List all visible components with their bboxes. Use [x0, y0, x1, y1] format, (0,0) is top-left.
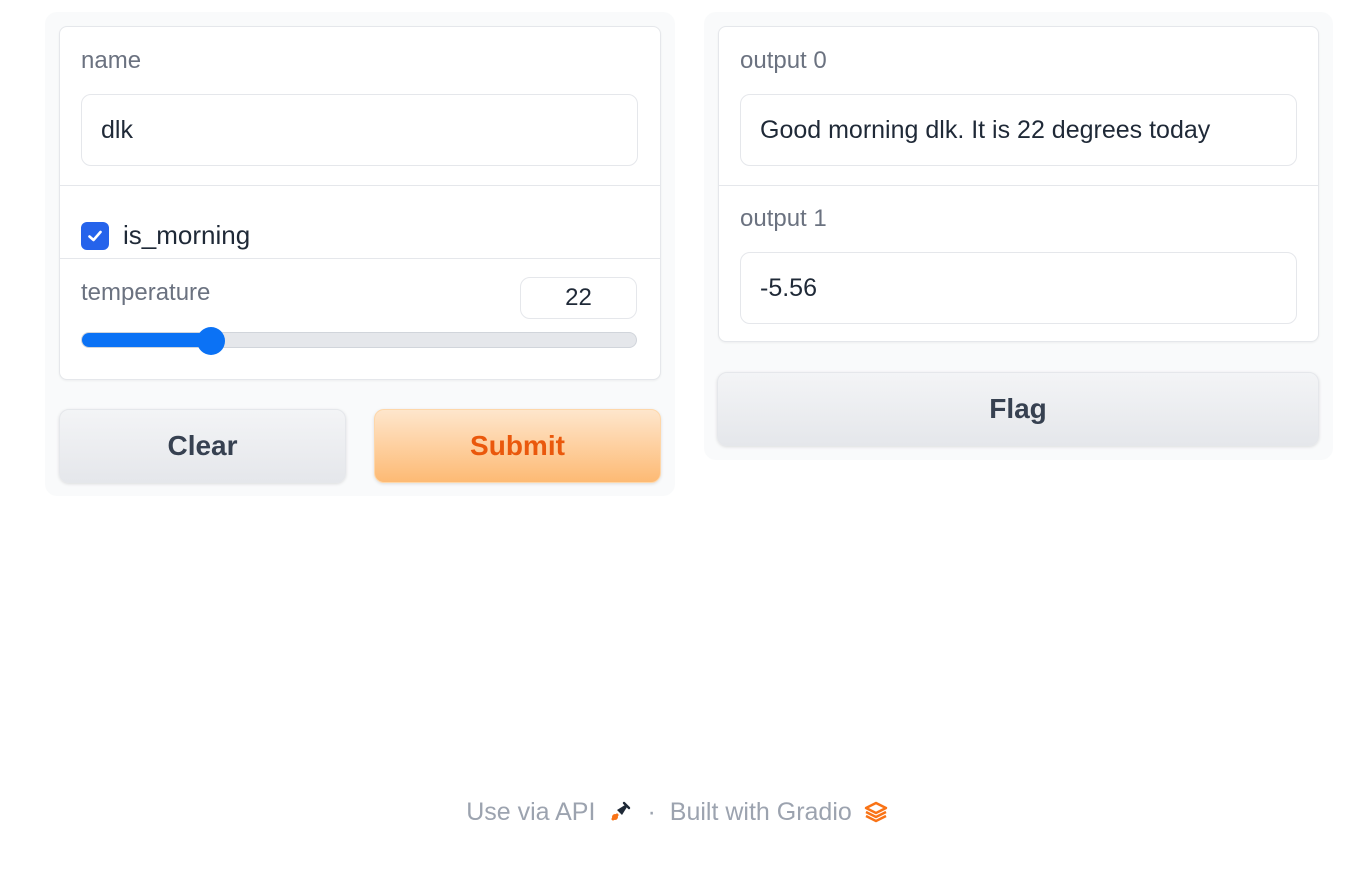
divider	[60, 185, 660, 186]
gradio-logo-icon	[864, 800, 888, 824]
flag-button[interactable]: Flag	[717, 372, 1319, 446]
output-panel: output 0 Good morning dlk. It is 22 degr…	[704, 12, 1333, 460]
divider	[719, 185, 1318, 186]
output-form: output 0 Good morning dlk. It is 22 degr…	[718, 26, 1319, 342]
footer-separator: ·	[647, 797, 656, 826]
output-0-label: output 0	[740, 47, 827, 74]
use-via-api-label[interactable]: Use via API	[466, 798, 595, 827]
built-with-gradio-label[interactable]: Built with Gradio	[670, 798, 852, 827]
name-label: name	[81, 47, 142, 74]
divider	[60, 258, 660, 259]
footer: Use via API · Built with Gradio	[0, 790, 1354, 834]
input-form: name dlk is_morning temperature 22	[59, 26, 661, 380]
rocket-icon	[607, 799, 633, 825]
clear-button[interactable]: Clear	[59, 409, 346, 483]
output-1-label: output 1	[740, 205, 827, 232]
slider-thumb[interactable]	[197, 327, 226, 355]
output-0-textbox[interactable]: Good morning dlk. It is 22 degrees today	[740, 94, 1297, 166]
temperature-slider[interactable]	[81, 327, 637, 355]
slider-fill	[82, 333, 212, 347]
is-morning-checkbox[interactable]	[81, 222, 109, 250]
temperature-label: temperature	[81, 279, 211, 306]
output-1-textbox[interactable]: -5.56	[740, 252, 1297, 324]
input-panel: name dlk is_morning temperature 22 Clear…	[45, 12, 675, 496]
use-via-api-link[interactable]: Use via API	[466, 798, 633, 827]
temperature-number-input[interactable]: 22	[520, 277, 637, 319]
built-with-gradio-link[interactable]: Built with Gradio	[670, 798, 888, 827]
checkmark-icon	[88, 230, 102, 242]
name-input[interactable]: dlk	[81, 94, 638, 166]
is-morning-label[interactable]: is_morning	[123, 220, 250, 251]
submit-button[interactable]: Submit	[374, 409, 661, 483]
